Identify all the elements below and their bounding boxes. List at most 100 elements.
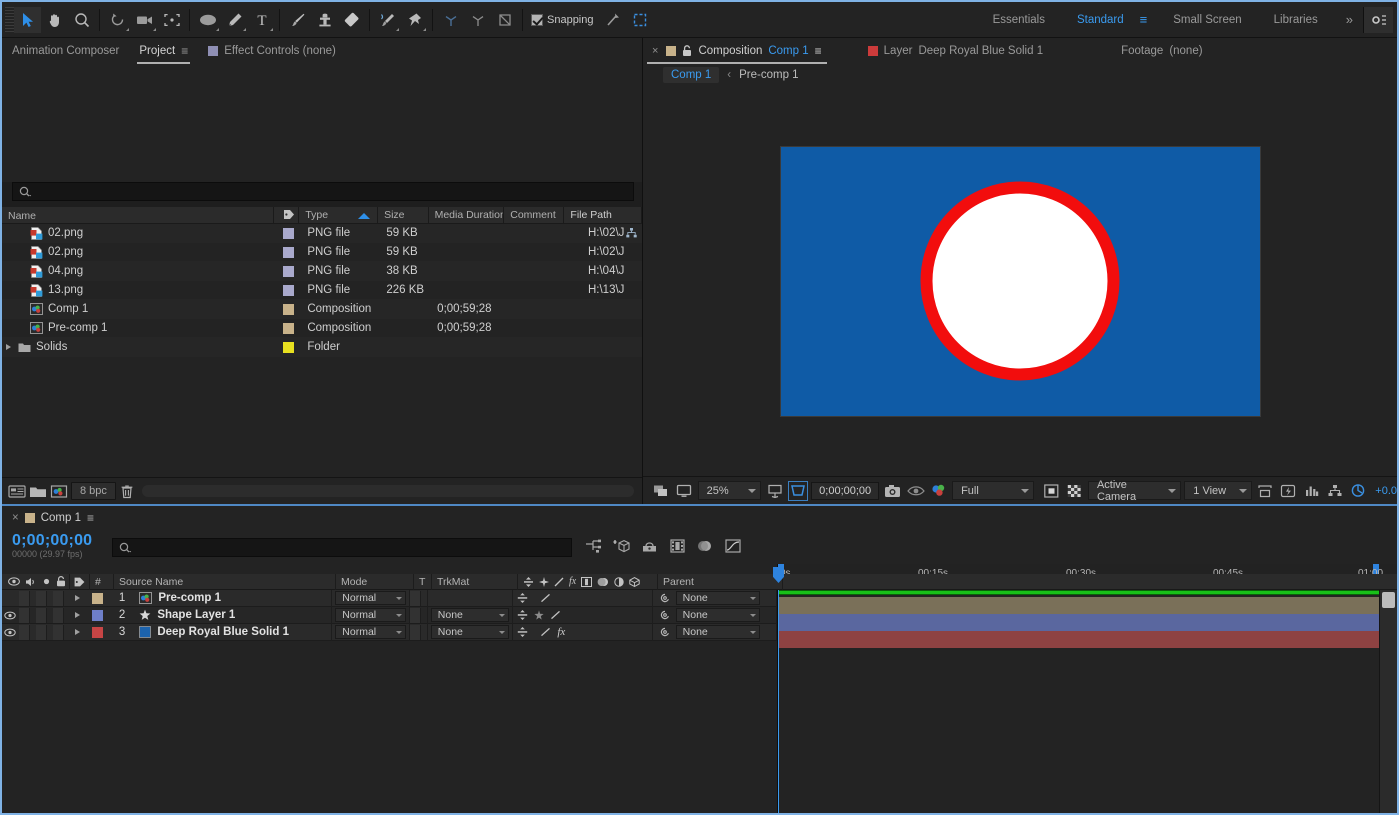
breadcrumb-parent[interactable]: Pre-comp 1 — [739, 69, 798, 81]
project-item-name-cell[interactable]: Comp 1 — [2, 303, 276, 315]
hand-tool[interactable] — [41, 7, 68, 33]
hide-shy-layers-icon[interactable] — [640, 537, 658, 555]
project-search-input[interactable] — [12, 182, 634, 201]
layer-label-color[interactable] — [88, 590, 108, 607]
layer-parent-cell[interactable]: None — [653, 589, 777, 607]
project-item-name-cell[interactable]: 02.png — [2, 226, 276, 240]
layer-solo-toggle[interactable] — [35, 590, 53, 607]
snapshot-icon[interactable] — [882, 481, 902, 501]
layer-lock-toggle[interactable] — [52, 607, 70, 624]
effects-switch[interactable] — [540, 593, 551, 603]
layer-expand-triangle-icon[interactable] — [70, 624, 88, 641]
timeline-graph-area[interactable] — [773, 567, 1397, 813]
expand-triangle-icon[interactable] — [6, 344, 11, 350]
table-row[interactable]: 02.png PNG file 59 KB H:\02\J — [2, 243, 642, 262]
show-snapshot-icon[interactable] — [905, 481, 925, 501]
eraser-tool[interactable] — [338, 7, 365, 33]
table-row[interactable]: 04.png PNG file 38 KB H:\04\J — [2, 262, 642, 281]
layer-expand-triangle-icon[interactable] — [70, 590, 88, 607]
roto-brush-tool[interactable] — [374, 7, 401, 33]
timeline-current-time[interactable]: 0;00;00;00 00000 (29.97 fps) — [12, 532, 92, 559]
column-label-icon[interactable] — [274, 207, 300, 223]
label-color-swatch[interactable] — [276, 341, 301, 353]
comp-flowchart-icon[interactable] — [1325, 481, 1345, 501]
parent-pickwhip-icon[interactable] — [659, 626, 671, 638]
layer-solo-toggle[interactable] — [35, 607, 53, 624]
layer-lock-toggle[interactable] — [52, 624, 70, 641]
delete-icon[interactable] — [119, 484, 135, 499]
workspace-libraries[interactable]: Libraries — [1258, 14, 1334, 26]
project-item-name-cell[interactable]: Solids — [2, 341, 276, 353]
tab-effect-controls[interactable]: Effect Controls (none) — [198, 38, 346, 64]
resolution-region-icon[interactable] — [764, 481, 784, 501]
label-color-swatch[interactable] — [276, 322, 301, 334]
axis-view-icon[interactable] — [491, 7, 518, 33]
breadcrumb-current[interactable]: Comp 1 — [663, 67, 720, 83]
collapse-transformations-switch[interactable] — [517, 627, 528, 637]
layer-trkmat-cell[interactable] — [428, 589, 514, 607]
layer-switches-cell[interactable] — [513, 589, 653, 607]
playhead[interactable] — [773, 567, 784, 813]
text-tool[interactable]: T — [248, 7, 275, 33]
channel-rgb-icon[interactable] — [929, 481, 949, 501]
graph-editor-icon[interactable] — [724, 537, 742, 555]
viewer-menu-icon[interactable]: ≡ — [815, 44, 822, 58]
workspace-standard[interactable]: Standard — [1061, 14, 1140, 26]
timeline-layer-row[interactable]: 2 Shape Layer 1 Normal None None — [2, 606, 777, 624]
project-item-name-cell[interactable]: 02.png — [2, 245, 276, 259]
current-time-value[interactable]: 0;00;00;00 — [12, 532, 92, 550]
panel-menu-icon[interactable]: ≡ — [181, 44, 188, 58]
viewer-tab-footage[interactable]: Footage (none) — [1112, 38, 1211, 64]
project-item-name-cell[interactable]: 13.png — [2, 283, 276, 297]
collapse-transformations-switch[interactable] — [517, 610, 528, 620]
toolbar-grip[interactable] — [5, 6, 14, 33]
close-icon[interactable]: × — [12, 512, 19, 524]
project-item-name-cell[interactable]: Pre-comp 1 — [2, 322, 276, 334]
layer-lock-toggle[interactable] — [52, 590, 70, 607]
workspace-small-screen[interactable]: Small Screen — [1157, 14, 1257, 26]
layer-audio-toggle[interactable] — [18, 624, 36, 641]
circle-shape[interactable] — [920, 181, 1120, 381]
header-source-name[interactable]: Source Name — [114, 573, 336, 590]
interpret-footage-icon[interactable] — [8, 484, 26, 499]
puppet-pin-tool[interactable] — [401, 7, 428, 33]
project-horizontal-scrollbar[interactable] — [141, 485, 634, 497]
layer-duration-bar[interactable] — [779, 597, 1379, 614]
views-select[interactable]: 1 View — [1184, 481, 1252, 500]
label-color-swatch[interactable] — [276, 303, 301, 315]
layer-label-color[interactable] — [88, 607, 108, 624]
snap-align-icon[interactable] — [600, 7, 627, 33]
layer-audio-toggle[interactable] — [18, 607, 36, 624]
timeline-search-input[interactable] — [112, 538, 572, 557]
camera-tool[interactable] — [131, 7, 158, 33]
layer-source-name-cell[interactable]: Deep Royal Blue Solid 1 — [131, 623, 333, 641]
monitor-icon[interactable] — [674, 481, 694, 501]
exposure-value[interactable]: +0.0 — [1371, 485, 1397, 497]
layer-mode-cell[interactable]: Normal — [332, 589, 410, 607]
table-row[interactable]: 13.png PNG file 226 KB H:\13\J — [2, 281, 642, 300]
composition-mini-flowchart-icon[interactable] — [584, 537, 602, 555]
timeline-tab-title[interactable]: Comp 1 — [41, 512, 81, 524]
workspace-overflow-icon[interactable]: » — [1334, 12, 1363, 27]
pen-tool[interactable] — [221, 7, 248, 33]
viewer-tab-layer[interactable]: Layer Deep Royal Blue Solid 1 — [859, 38, 1052, 64]
layer-t-cell[interactable] — [409, 606, 428, 624]
axis-world-icon[interactable] — [464, 7, 491, 33]
snapping-toggle[interactable]: Snapping — [531, 13, 594, 26]
column-media-duration[interactable]: Media Duration — [429, 207, 505, 223]
layer-parent-cell[interactable]: None — [653, 623, 777, 641]
layer-duration-bar[interactable] — [779, 614, 1379, 631]
layer-mode-select[interactable]: Normal — [335, 591, 406, 605]
snap-bounds-icon[interactable] — [627, 7, 654, 33]
layer-parent-select[interactable]: None — [675, 591, 760, 605]
parent-pickwhip-icon[interactable] — [659, 592, 671, 604]
workspace-menu-icon[interactable]: ≡ — [1140, 12, 1158, 27]
layer-mode-cell[interactable]: Normal — [332, 623, 410, 641]
timeline-graph-icon[interactable] — [1301, 481, 1321, 501]
layer-switches-cell[interactable] — [513, 606, 653, 624]
composition-canvas[interactable] — [779, 145, 1261, 417]
table-row[interactable]: 02.png PNG file 59 KB H:\02\J — [2, 224, 642, 243]
draft-3d-icon[interactable] — [612, 537, 630, 555]
table-row[interactable]: Pre-comp 1 Composition 0;00;59;28 — [2, 319, 642, 338]
label-color-swatch[interactable] — [276, 246, 301, 258]
